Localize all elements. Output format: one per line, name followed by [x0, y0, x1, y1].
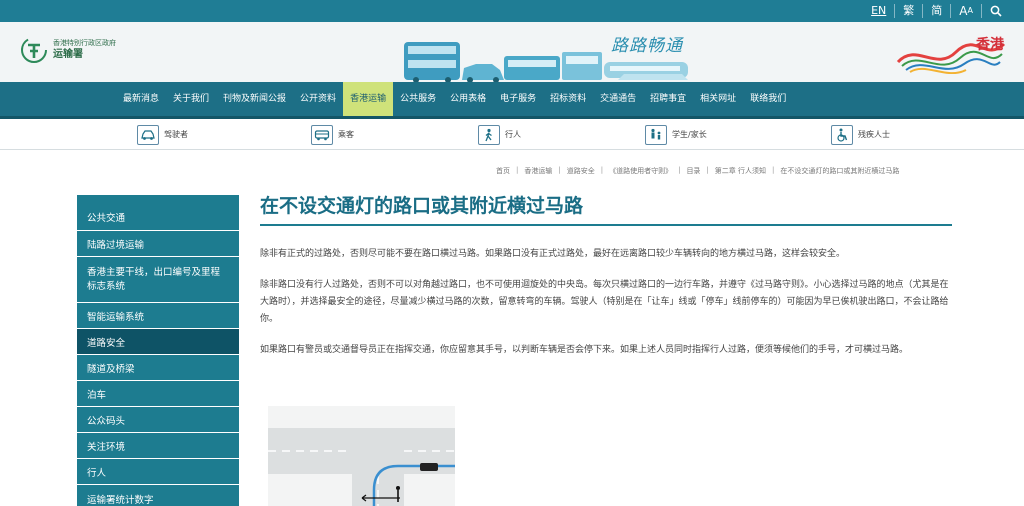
top-utility-bar: EN 繁 简 AA [0, 0, 1024, 22]
page-title: 在不设交通灯的路口或其附近横过马路 [260, 190, 952, 226]
td-logo-icon [21, 37, 47, 63]
sidebar-item[interactable]: 行人 [77, 459, 239, 485]
sidebar-item[interactable]: 隧道及桥梁 [77, 355, 239, 381]
family-icon [645, 124, 667, 145]
font-size-small-glyph: A [967, 6, 973, 15]
sidebar-item[interactable]: 运输署统计数字 [77, 485, 239, 506]
main-nav-item[interactable]: 招标资料 [543, 82, 593, 116]
font-size-button[interactable]: AA [950, 4, 981, 18]
search-button[interactable] [981, 4, 1010, 18]
pedestrian-icon [478, 124, 500, 145]
breadcrumb-item[interactable]: 第二章 行人须知 [715, 166, 766, 176]
breadcrumb-item[interactable]: 目录 [686, 166, 700, 176]
main-nav-item[interactable]: 公开资料 [293, 82, 343, 116]
audience-drivers[interactable]: 驾驶者 [137, 124, 188, 145]
sidebar-item[interactable]: 智能运输系统 [77, 303, 239, 329]
main-nav-item[interactable]: 交通通告 [593, 82, 643, 116]
sidebar-item[interactable]: 陆路过境运输 [77, 231, 239, 257]
audience-label: 驾驶者 [164, 130, 188, 139]
sidebar-item[interactable]: 公共交通 [77, 195, 239, 231]
main-nav: 最新消息 关于我们 刊物及新闻公报 公开资料 香港运输 公共服务 公用表格 电子服务 招标资料交… [0, 82, 1024, 119]
breadcrumb-item: 在不设交通灯的路口或其附近横过马路 [780, 167, 900, 175]
utility-links: EN 繁 简 AA [863, 0, 1010, 22]
content-paragraph-1: 除非有正式的过路处，否则尽可能不要在路口横过马路。如果路口没有正式过路处，最好在… [260, 249, 846, 259]
font-size-label: A [959, 4, 968, 18]
breadcrumb-item[interactable]: 首页 [496, 166, 510, 176]
gov-name: 香港特别行政区政府 [53, 39, 116, 47]
wheelchair-icon [831, 124, 853, 145]
crossing-diagram [268, 406, 455, 506]
bus-icon [311, 124, 333, 145]
audience-label: 残疾人士 [858, 130, 890, 139]
main-nav-item[interactable]: 最新消息 [116, 82, 166, 116]
audience-passengers[interactable]: 乘客 [311, 124, 354, 145]
lang-sc-link[interactable]: 简 [922, 4, 950, 18]
td-logo[interactable]: 香港特别行政区政府 运输署 [20, 36, 116, 64]
breadcrumb-separator: | [516, 166, 519, 174]
breadcrumb-separator: | [772, 166, 775, 174]
main-nav-item[interactable]: 公用表格 [443, 82, 493, 116]
search-icon [990, 5, 1002, 17]
audience-label: 乘客 [338, 130, 354, 139]
main-nav-item[interactable]: 相关网址 [693, 82, 743, 116]
main-nav-item[interactable]: 联络我们 [743, 82, 793, 116]
main-nav-item[interactable]: 刊物及新闻公报 [216, 82, 293, 116]
audience-pedestrians[interactable]: 行人 [478, 124, 521, 145]
car-icon [137, 124, 159, 145]
dept-name: 运输署 [53, 49, 83, 60]
main-nav-item[interactable]: 关于我们 [166, 82, 216, 116]
breadcrumb-item[interactable]: 《道路使用者守则》 [609, 166, 672, 176]
content-paragraph-2: 除非路口没有行人过路处，否则不可以对角越过路口，也不可使用迴旋处的中央岛。每次只… [260, 280, 949, 324]
main-nav-item[interactable]: 香港运输 [343, 82, 394, 116]
breadcrumb-item[interactable]: 道路安全 [567, 166, 595, 176]
audience-students-parents[interactable]: 学生/家长 [645, 124, 707, 145]
audience-label: 学生/家长 [672, 130, 707, 139]
breadcrumb-separator: | [678, 166, 681, 174]
sidebar-item[interactable]: 道路安全 [77, 329, 239, 355]
sidebar-item[interactable]: 香港主要干线，出口编号及里程标志系统 [77, 257, 239, 303]
breadcrumb-separator: | [600, 166, 604, 174]
audience-bar: 驾驶者 乘客 行人 学生/家长 残疾人士 [0, 119, 1024, 150]
sidebar-item[interactable]: 关注环境 [77, 433, 239, 459]
slogan: 路路畅通 [611, 36, 683, 56]
breadcrumb: 首页 | 香港运输 | 道路安全 | 《道路使用者守则》 | 目录 | 第二章 行人须知 | 在不设交通… [496, 166, 948, 176]
audience-disabled[interactable]: 残疾人士 [831, 124, 890, 145]
main-content: 在不设交通灯的路口或其附近横过马路 除非有正式的过路处，否则尽可能不要在路口横过… [260, 190, 952, 359]
breadcrumb-item[interactable]: 香港运输 [524, 166, 552, 176]
sidebar-item[interactable]: 公众码头 [77, 407, 239, 433]
breadcrumb-separator: | [558, 166, 561, 174]
sidebar-item[interactable]: 泊车 [77, 381, 239, 407]
audience-label: 行人 [505, 130, 521, 139]
lang-en-link[interactable]: EN [863, 4, 894, 18]
main-nav-item[interactable]: 公共服务 [393, 82, 443, 116]
main-nav-item[interactable]: 招聘事宜 [643, 82, 693, 116]
brand-hk-text: 香港 [976, 37, 1004, 53]
sidebar-menu: 公共交通 陆路过境运输 香港主要干线，出口编号及里程标志系统 智能运输系统 道路安全 隧道… [77, 195, 239, 506]
main-nav-item[interactable]: 电子服务 [493, 82, 543, 116]
lang-tc-link[interactable]: 繁 [894, 4, 922, 18]
breadcrumb-separator: | [706, 166, 709, 174]
header-banner: 香港特别行政区政府 运输署 路路畅通 香港 [0, 22, 1024, 82]
content-paragraph-3: 如果路口有警员或交通督导员正在指挥交通，你应留意其手号，以判断车辆是否会停下来。… [260, 345, 909, 355]
main-nav-list: 最新消息 关于我们 刊物及新闻公报 公开资料 香港运输 公共服务 公用表格 电子服务 招标资料交… [116, 82, 793, 116]
